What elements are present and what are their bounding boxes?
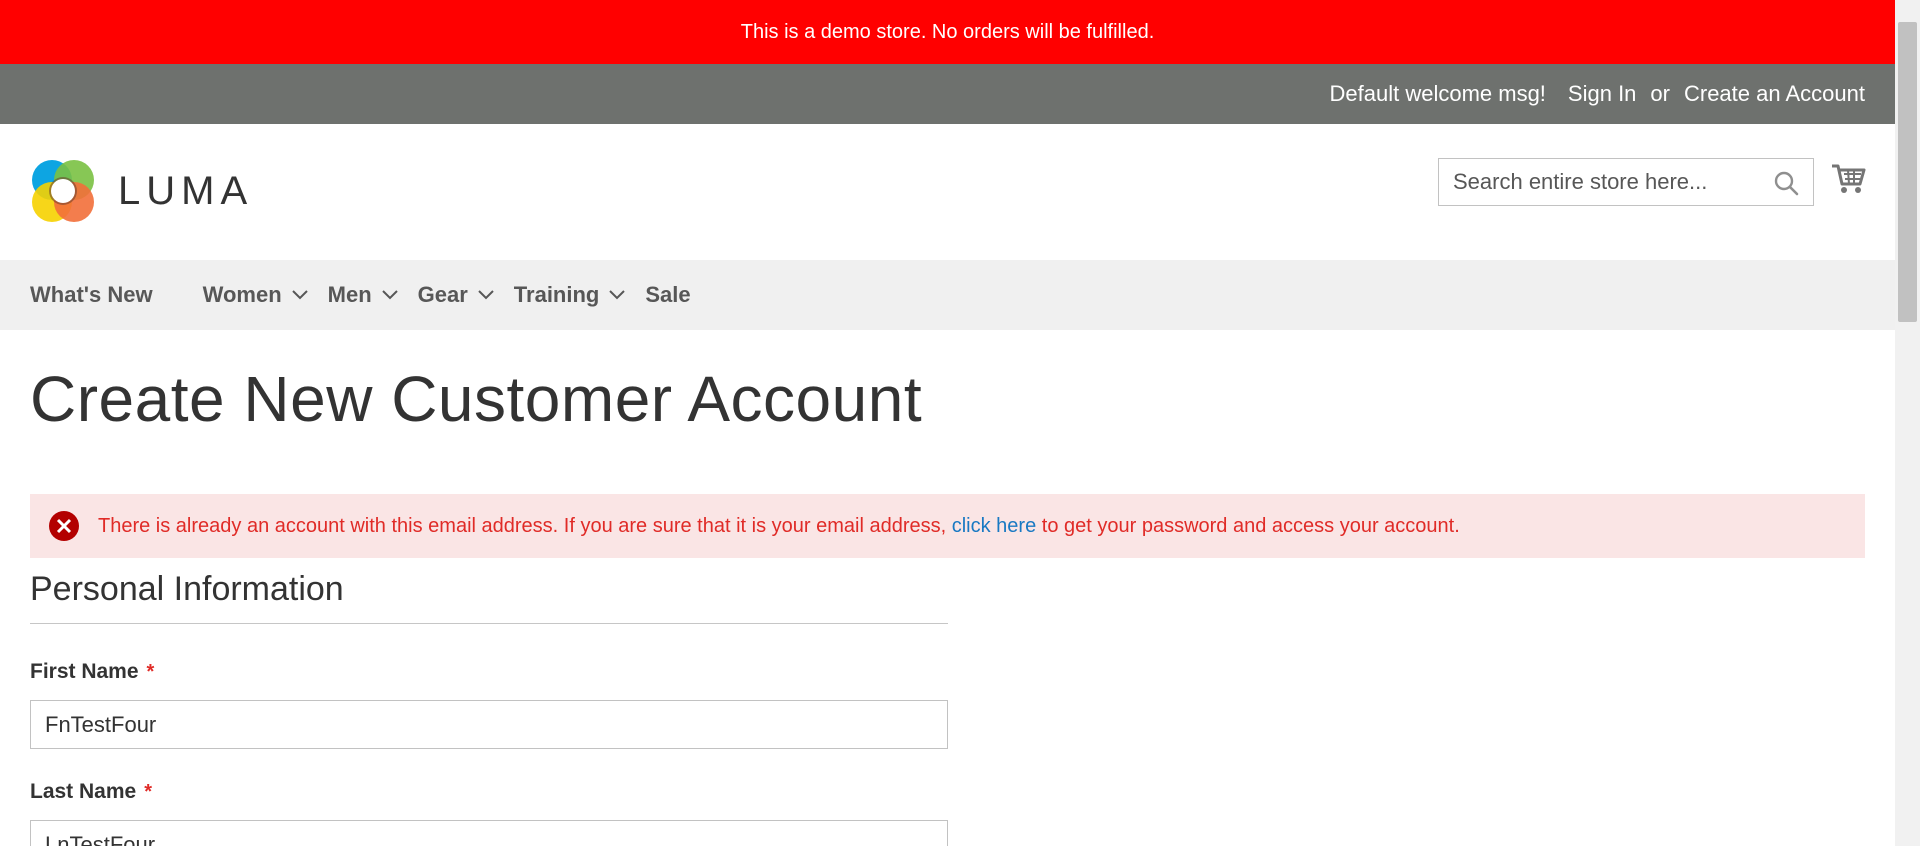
demo-notice-text: This is a demo store. No orders will be … (740, 20, 1155, 43)
demo-notice-banner: This is a demo store. No orders will be … (0, 0, 1895, 64)
chevron-down-icon (609, 290, 626, 300)
scrollbar-thumb[interactable] (1898, 22, 1917, 322)
chevron-down-icon (291, 290, 308, 300)
error-message: There is already an account with this em… (30, 494, 1865, 558)
first-name-label: First Name * (30, 660, 154, 684)
nav-item-label: Gear (417, 282, 468, 307)
main-navigation: What's New Women Men Gear Training Sale (0, 260, 1895, 330)
logo-text: LUMA (118, 168, 254, 213)
page-scrollbar[interactable] (1895, 0, 1920, 846)
cart-icon[interactable] (1830, 160, 1866, 196)
nav-item-whats-new[interactable]: What's New (30, 282, 153, 308)
nav-item-label: What's New (30, 282, 153, 307)
search-icon[interactable] (1773, 170, 1799, 196)
nav-item-label: Men (327, 282, 372, 307)
nav-item-women[interactable]: Women (203, 282, 308, 308)
required-asterisk: * (146, 661, 155, 683)
first-name-field[interactable] (30, 700, 948, 749)
chevron-down-icon (381, 290, 398, 300)
page: This is a demo store. No orders will be … (0, 0, 1895, 846)
click-here-link[interactable]: click here (952, 515, 1036, 537)
nav-item-men[interactable]: Men (328, 282, 398, 308)
header-content: LUMA (0, 124, 1895, 260)
nav-item-training[interactable]: Training (514, 282, 626, 308)
error-text: There is already an account with this em… (98, 515, 1460, 538)
error-text-after: to get your password and access your acc… (1036, 514, 1460, 537)
or-text: or (1650, 81, 1670, 106)
last-name-label: Last Name * (30, 780, 152, 804)
nav-item-gear[interactable]: Gear (418, 282, 494, 308)
nav-item-sale[interactable]: Sale (645, 282, 690, 308)
error-icon (49, 511, 79, 541)
last-name-label-text: Last Name (30, 780, 137, 803)
error-text-before: There is already an account with this em… (98, 514, 952, 537)
page-title: Create New Customer Account (30, 363, 923, 435)
search-box (1438, 158, 1814, 206)
create-account-link[interactable]: Create an Account (1684, 81, 1865, 106)
chevron-down-icon (478, 290, 494, 300)
sign-in-link[interactable]: Sign In (1568, 81, 1637, 106)
luma-logo[interactable]: LUMA (30, 158, 253, 224)
search-input[interactable] (1453, 169, 1773, 195)
last-name-field[interactable] (30, 820, 948, 846)
required-asterisk: * (144, 781, 153, 803)
welcome-message: Default welcome msg! (1329, 81, 1546, 106)
top-header-bar: Default welcome msg! Sign In or Create a… (0, 64, 1895, 124)
nav-item-label: Sale (645, 282, 691, 307)
nav-item-label: Training (513, 282, 600, 307)
luma-logo-icon (32, 160, 94, 222)
first-name-label-text: First Name (30, 660, 139, 683)
personal-information-legend: Personal Information (30, 570, 948, 624)
nav-item-label: Women (202, 282, 282, 307)
